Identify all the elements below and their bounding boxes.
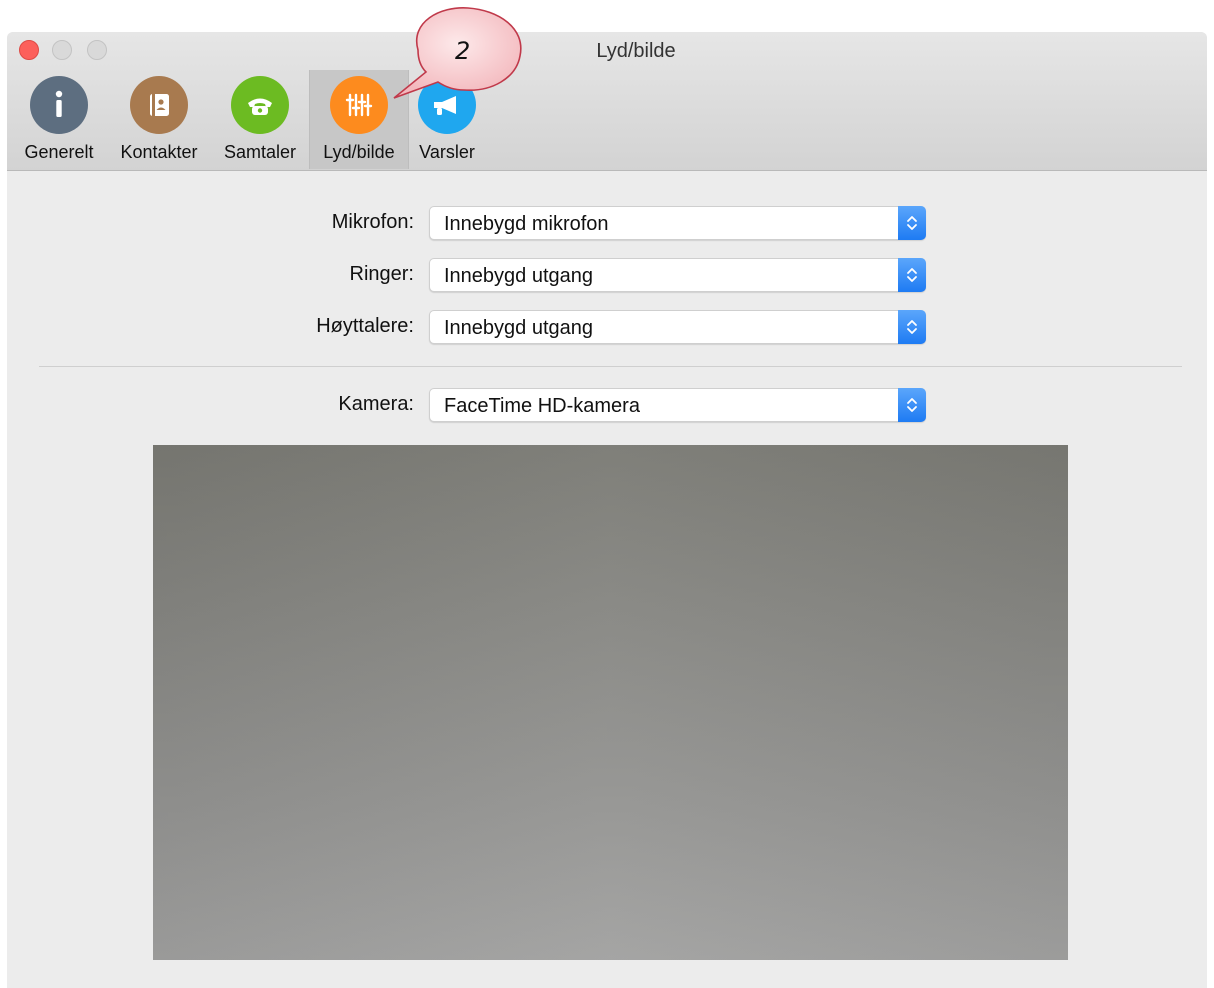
info-icon xyxy=(30,76,88,134)
mikrofon-row: Mikrofon: Innebygd mikrofon xyxy=(7,206,1207,242)
hoyttalere-row: Høyttalere: Innebygd utgang xyxy=(7,310,1207,346)
tab-label: Samtaler xyxy=(223,142,297,162)
telephone-icon xyxy=(231,76,289,134)
tab-label: Generelt xyxy=(24,142,94,162)
kamera-value: FaceTime HD-kamera xyxy=(444,395,640,417)
mikrofon-value: Innebygd mikrofon xyxy=(444,213,609,235)
ringer-popup[interactable]: Innebygd utgang xyxy=(429,258,926,292)
tab-generelt[interactable]: Generelt xyxy=(11,70,107,169)
hoyttalere-label: Høyttalere: xyxy=(316,315,414,337)
hoyttalere-value: Innebygd utgang xyxy=(444,317,594,339)
contacts-book-icon xyxy=(130,76,188,134)
section-divider xyxy=(39,366,1182,367)
tab-label: Kontakter xyxy=(120,142,198,162)
chevron-up-down-icon[interactable] xyxy=(898,388,926,422)
window-title: Lyd/bilde xyxy=(596,40,676,62)
chevron-up-down-icon[interactable] xyxy=(898,258,926,292)
tab-label: Varsler xyxy=(419,142,475,162)
tab-samtaler[interactable]: Samtaler xyxy=(212,70,308,169)
chevron-up-down-icon[interactable] xyxy=(898,310,926,344)
kamera-row: Kamera: FaceTime HD-kamera xyxy=(7,388,1207,424)
hoyttalere-popup[interactable]: Innebygd utgang xyxy=(429,310,926,344)
ringer-label: Ringer: xyxy=(349,263,414,285)
ringer-value: Innebygd utgang xyxy=(444,265,594,287)
camera-preview xyxy=(153,445,1068,960)
kamera-popup[interactable]: FaceTime HD-kamera xyxy=(429,388,926,422)
preferences-window: Lyd/bilde Generelt Kontakter Samtaler Ly… xyxy=(7,32,1207,988)
tab-kontakter[interactable]: Kontakter xyxy=(109,70,209,169)
chevron-up-down-icon[interactable] xyxy=(898,206,926,240)
toolbar: Lyd/bilde Generelt Kontakter Samtaler Ly… xyxy=(7,32,1207,171)
kamera-label: Kamera: xyxy=(338,393,414,415)
callout-number: 2 xyxy=(455,37,471,65)
ringer-row: Ringer: Innebygd utgang xyxy=(7,258,1207,294)
settings-panel: Mikrofon: Innebygd mikrofon Ringer: Inne… xyxy=(7,171,1207,988)
tab-label: Lyd/bilde xyxy=(323,142,395,162)
mikrofon-label: Mikrofon: xyxy=(331,211,414,233)
mikrofon-popup[interactable]: Innebygd mikrofon xyxy=(429,206,926,240)
